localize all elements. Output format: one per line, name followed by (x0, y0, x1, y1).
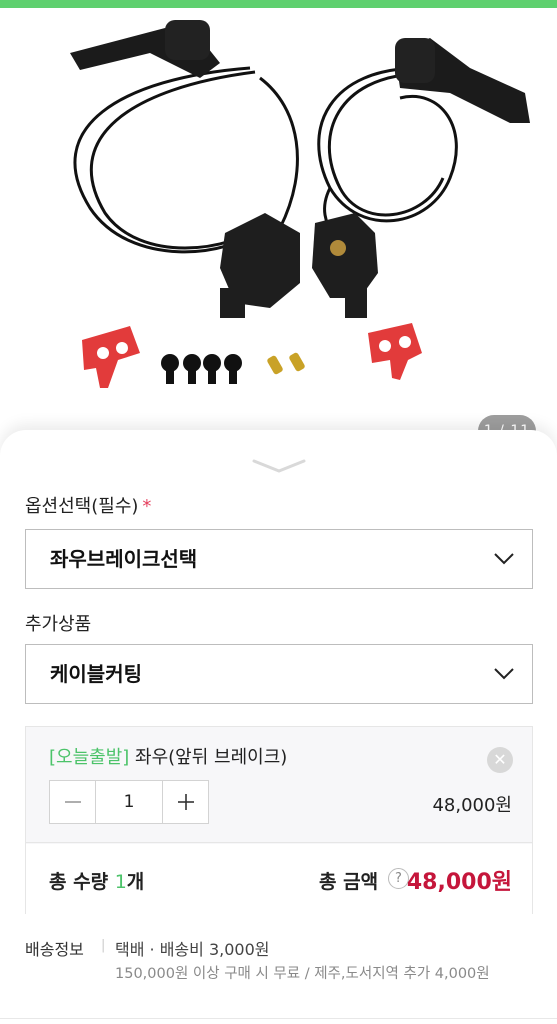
addon-label: 추가상품 (25, 614, 92, 635)
option-selected-value: 좌우브레이크선택 (50, 547, 198, 571)
cart-item-row: [오늘출발] 좌우(앞뒤 브레이크) ✕ 1 48,000원 (26, 727, 532, 843)
sheet-handle-chevron-icon[interactable] (252, 458, 306, 474)
option-select-dropdown[interactable]: 좌우브레이크선택 (25, 529, 533, 589)
divider (0, 1018, 557, 1019)
shipping-info-label: 배송정보 (25, 940, 84, 959)
increase-quantity-button[interactable] (162, 781, 208, 823)
totals-row: 총 수량 1개 총 금액 ? 48,000원 (26, 844, 532, 914)
item-name: [오늘출발] 좌우(앞뒤 브레이크) (49, 747, 288, 768)
total-amount-label: 총 금액 (319, 871, 379, 893)
quantity-value[interactable]: 1 (96, 781, 162, 823)
required-mark: * (142, 496, 152, 517)
shipping-note: 150,000원 이상 구매 시 무료 / 제주,도서지역 추가 4,000원 (115, 966, 490, 982)
total-quantity: 총 수량 1개 (49, 871, 145, 893)
option-select-label: 옵션선택(필수) * (25, 496, 152, 517)
addon-select-dropdown[interactable]: 케이블커팅 (25, 644, 533, 704)
quantity-stepper: 1 (49, 780, 209, 824)
total-amount: 48,000원 (406, 870, 512, 895)
close-icon: ✕ (493, 750, 507, 769)
shipping-fee: 택배 · 배송비 3,000원 (115, 940, 270, 959)
brake-set-illustration (70, 20, 530, 388)
product-image[interactable]: 1 / 11 (0, 8, 557, 448)
minus-icon (65, 801, 81, 803)
addon-selected-value: 케이블커팅 (50, 662, 142, 686)
chevron-down-icon (494, 553, 514, 565)
item-tag: [오늘출발] (49, 747, 130, 768)
item-price: 48,000원 (432, 795, 512, 816)
shipping-separator: | (101, 938, 106, 953)
remove-item-button[interactable]: ✕ (487, 747, 513, 773)
top-accent-bar (0, 0, 557, 8)
help-icon[interactable]: ? (388, 868, 409, 889)
plus-icon (178, 794, 194, 810)
selected-item-box: [오늘출발] 좌우(앞뒤 브레이크) ✕ 1 48,000원 총 수량 1개 총… (25, 726, 533, 914)
decrease-quantity-button[interactable] (50, 781, 96, 823)
chevron-down-icon (494, 668, 514, 680)
